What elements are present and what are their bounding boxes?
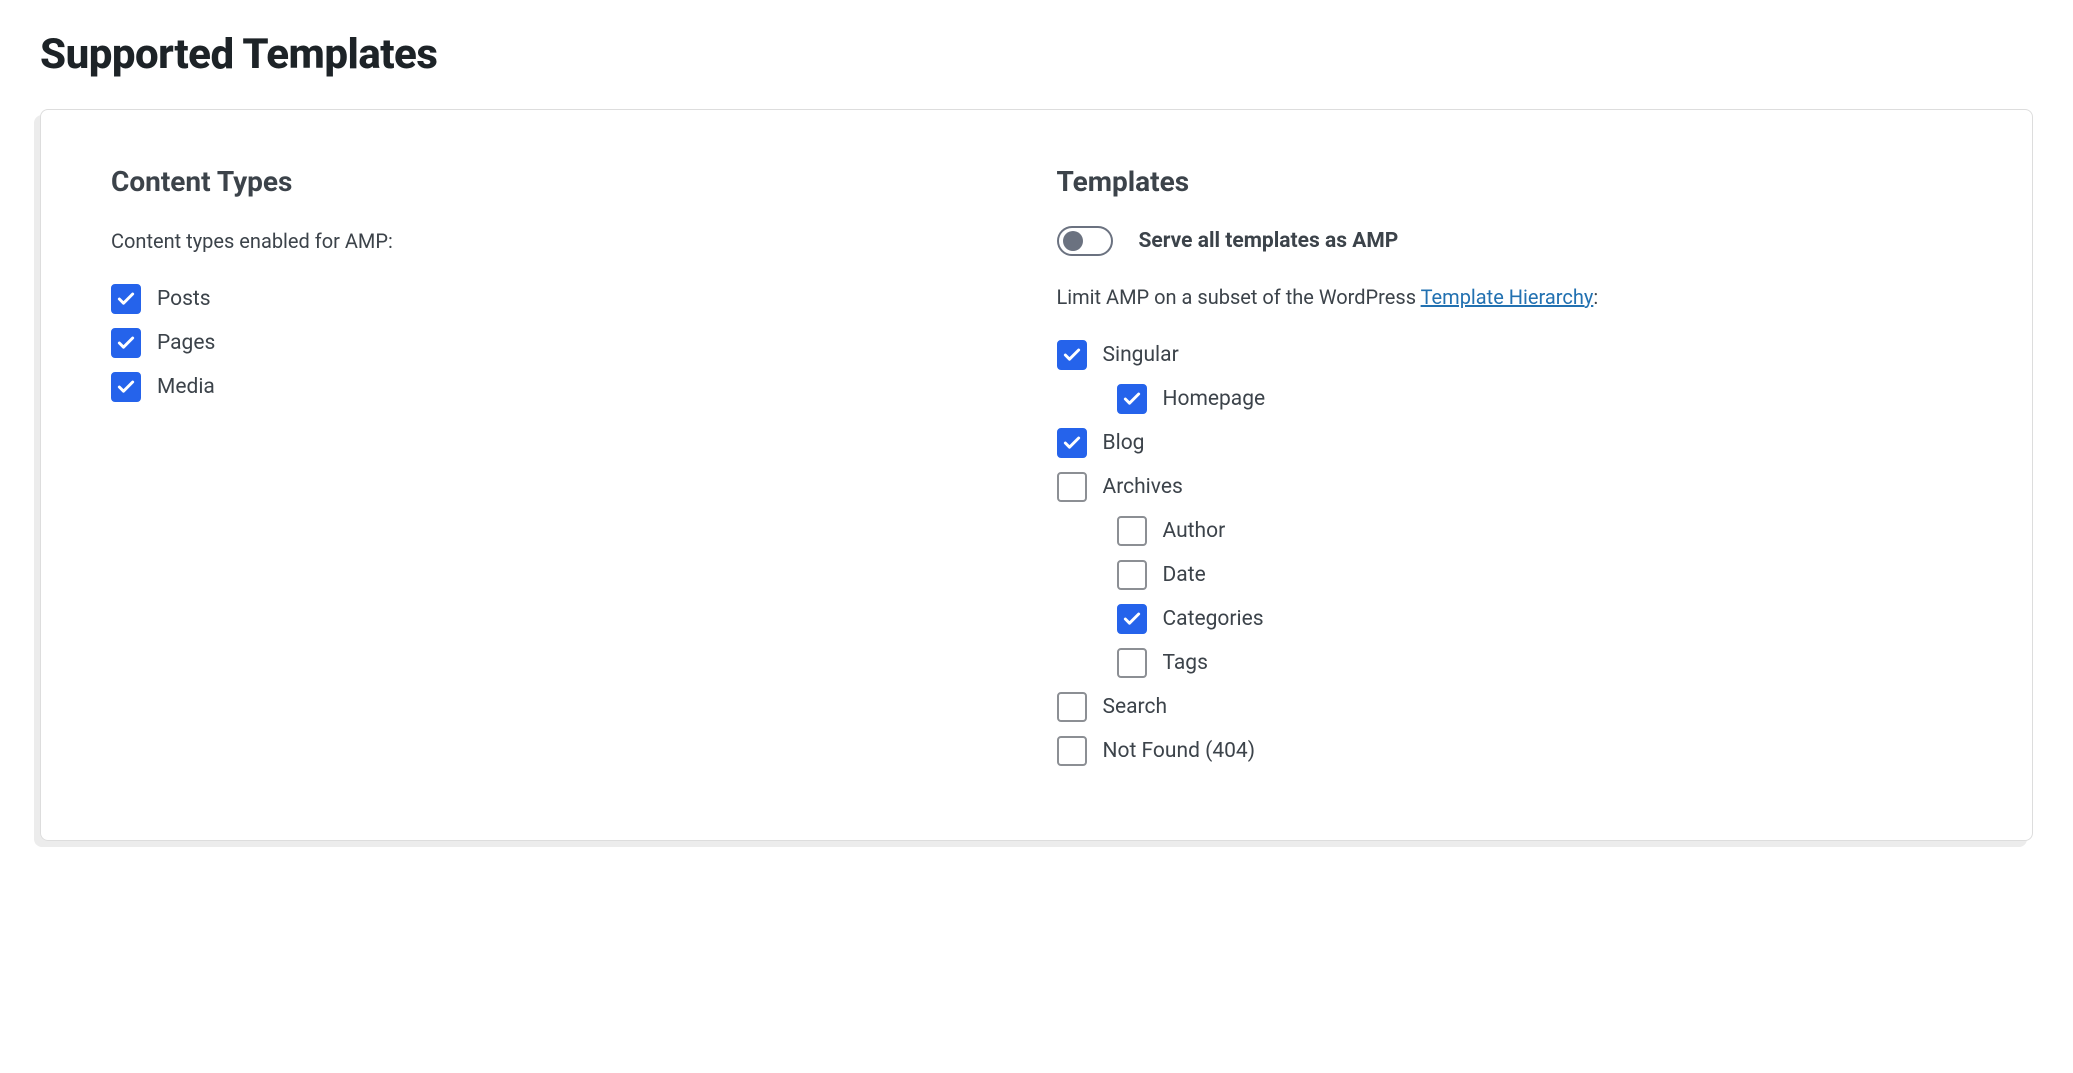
template-checkbox[interactable] [1117, 560, 1147, 590]
templates-description-post: : [1593, 285, 1598, 309]
template-row: Categories [1057, 604, 1963, 634]
serve-all-toggle-label: Serve all templates as AMP [1139, 229, 1399, 253]
template-checkbox[interactable] [1057, 340, 1087, 370]
template-label: Archives [1103, 475, 1183, 499]
template-row: Search [1057, 692, 1963, 722]
template-label: Date [1163, 563, 1206, 587]
template-label: Not Found (404) [1103, 739, 1256, 763]
content-type-row: Pages [111, 328, 1017, 358]
template-checkbox[interactable] [1117, 604, 1147, 634]
content-type-row: Media [111, 372, 1017, 402]
content-type-checkbox[interactable] [111, 372, 141, 402]
template-row: Singular [1057, 340, 1963, 370]
content-types-description: Content types enabled for AMP: [111, 226, 1017, 256]
template-checkbox[interactable] [1057, 472, 1087, 502]
template-label: Categories [1163, 607, 1264, 631]
content-type-row: Posts [111, 284, 1017, 314]
template-checkbox[interactable] [1117, 648, 1147, 678]
template-hierarchy-link[interactable]: Template Hierarchy [1421, 285, 1594, 309]
content-types-title: Content Types [111, 165, 1017, 198]
template-checkbox[interactable] [1057, 428, 1087, 458]
templates-description: Limit AMP on a subset of the WordPress T… [1057, 282, 1963, 312]
content-type-checkbox[interactable] [111, 284, 141, 314]
content-type-label: Pages [157, 331, 215, 355]
content-type-label: Media [157, 375, 215, 399]
template-label: Tags [1163, 651, 1208, 675]
template-row: Date [1057, 560, 1963, 590]
template-checkbox[interactable] [1117, 516, 1147, 546]
template-checkbox[interactable] [1117, 384, 1147, 414]
serve-all-toggle[interactable] [1057, 226, 1113, 256]
template-label: Singular [1103, 343, 1179, 367]
template-label: Author [1163, 519, 1226, 543]
template-row: Not Found (404) [1057, 736, 1963, 766]
template-checkbox[interactable] [1057, 736, 1087, 766]
content-type-checkbox[interactable] [111, 328, 141, 358]
templates-description-pre: Limit AMP on a subset of the WordPress [1057, 285, 1421, 309]
content-types-list: Posts Pages Media [111, 284, 1017, 402]
settings-panel: Content Types Content types enabled for … [40, 109, 2033, 841]
template-row: Archives [1057, 472, 1963, 502]
template-label: Homepage [1163, 387, 1266, 411]
content-type-label: Posts [157, 287, 211, 311]
section-title: Supported Templates [40, 30, 2033, 79]
content-types-column: Content Types Content types enabled for … [111, 165, 1017, 780]
toggle-knob [1063, 231, 1083, 251]
template-row: Blog [1057, 428, 1963, 458]
templates-list: Singular Homepage Blog Archives Author Date Ca… [1057, 340, 1963, 766]
template-row: Tags [1057, 648, 1963, 678]
template-row: Homepage [1057, 384, 1963, 414]
template-checkbox[interactable] [1057, 692, 1087, 722]
templates-column: Templates Serve all templates as AMP Lim… [1057, 165, 1963, 780]
serve-all-toggle-row: Serve all templates as AMP [1057, 226, 1963, 256]
templates-title: Templates [1057, 165, 1963, 198]
template-label: Search [1103, 695, 1168, 719]
template-row: Author [1057, 516, 1963, 546]
template-label: Blog [1103, 431, 1145, 455]
